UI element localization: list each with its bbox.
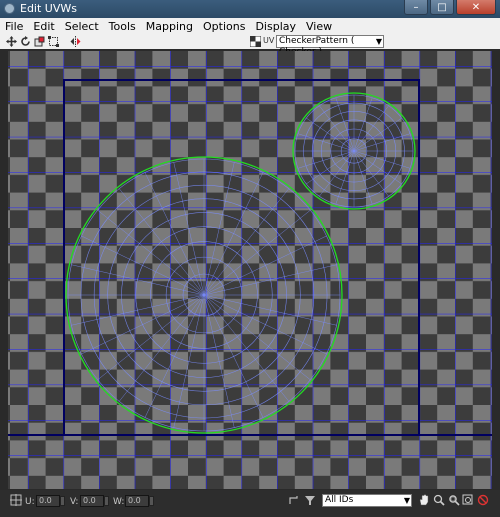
u-label: U:: [25, 497, 35, 507]
menu-display[interactable]: Display: [250, 18, 301, 35]
uv-canvas[interactable]: [8, 51, 492, 489]
window-title: Edit UVWs: [20, 2, 77, 15]
minimize-icon: –: [413, 1, 419, 13]
v-field[interactable]: 0.0: [80, 495, 104, 507]
mirror-icon[interactable]: [70, 36, 81, 47]
chevron-down-icon: ▼: [403, 496, 410, 505]
window-controls: – □ ✕: [404, 0, 496, 16]
freeform-icon[interactable]: [48, 36, 59, 47]
texture-tile-icon[interactable]: [477, 494, 489, 506]
close-icon: ✕: [471, 1, 481, 13]
v-spinner[interactable]: [104, 496, 109, 506]
v-label: V:: [70, 497, 79, 507]
zoom-region-icon[interactable]: [448, 494, 460, 506]
menu-view[interactable]: View: [301, 18, 337, 35]
w-label: W:: [113, 497, 125, 507]
zoom-icon[interactable]: [433, 494, 445, 506]
maximize-icon: □: [437, 1, 447, 13]
maximize-button[interactable]: □: [430, 0, 454, 15]
filter-icon[interactable]: [304, 494, 316, 506]
rotate-icon[interactable]: [20, 36, 31, 47]
edit-uvws-window: Edit UVWs – □ ✕ File Edit Select Tools M…: [0, 0, 500, 517]
menu-file[interactable]: File: [0, 18, 28, 35]
pan-hand-icon[interactable]: [418, 494, 430, 506]
menu-mapping[interactable]: Mapping: [141, 18, 198, 35]
texture-dropdown[interactable]: CheckerPattern ( Checker ) ▼: [276, 35, 384, 57]
w-spinner[interactable]: [149, 496, 154, 506]
app-icon: [4, 3, 15, 14]
menu-bar: File Edit Select Tools Mapping Options D…: [0, 18, 500, 36]
move-icon[interactable]: [6, 36, 17, 47]
menu-tools[interactable]: Tools: [104, 18, 141, 35]
checker-map-icon[interactable]: [250, 36, 261, 47]
scale-icon[interactable]: [34, 36, 45, 47]
uv-editor-viewport[interactable]: [8, 51, 492, 489]
uv-channel-label: UV: [263, 36, 275, 45]
minimize-button[interactable]: –: [404, 0, 428, 15]
menu-edit[interactable]: Edit: [28, 18, 59, 35]
zoom-extents-icon[interactable]: [462, 494, 474, 506]
uv-toolbar: UV: [0, 35, 500, 49]
u-spinner[interactable]: [60, 496, 65, 506]
w-field[interactable]: 0.0: [125, 495, 149, 507]
close-button[interactable]: ✕: [456, 0, 496, 15]
material-id-value: All IDs: [325, 495, 354, 505]
menu-select[interactable]: Select: [60, 18, 104, 35]
u-field[interactable]: 0.0: [36, 495, 60, 507]
title-bar[interactable]: Edit UVWs – □ ✕: [0, 0, 500, 18]
lock-selection-icon[interactable]: [288, 494, 300, 506]
menu-options[interactable]: Options: [198, 18, 250, 35]
chevron-down-icon: ▼: [375, 37, 382, 46]
material-id-dropdown[interactable]: All IDs ▼: [322, 494, 412, 507]
absolute-offset-icon[interactable]: [10, 494, 22, 506]
